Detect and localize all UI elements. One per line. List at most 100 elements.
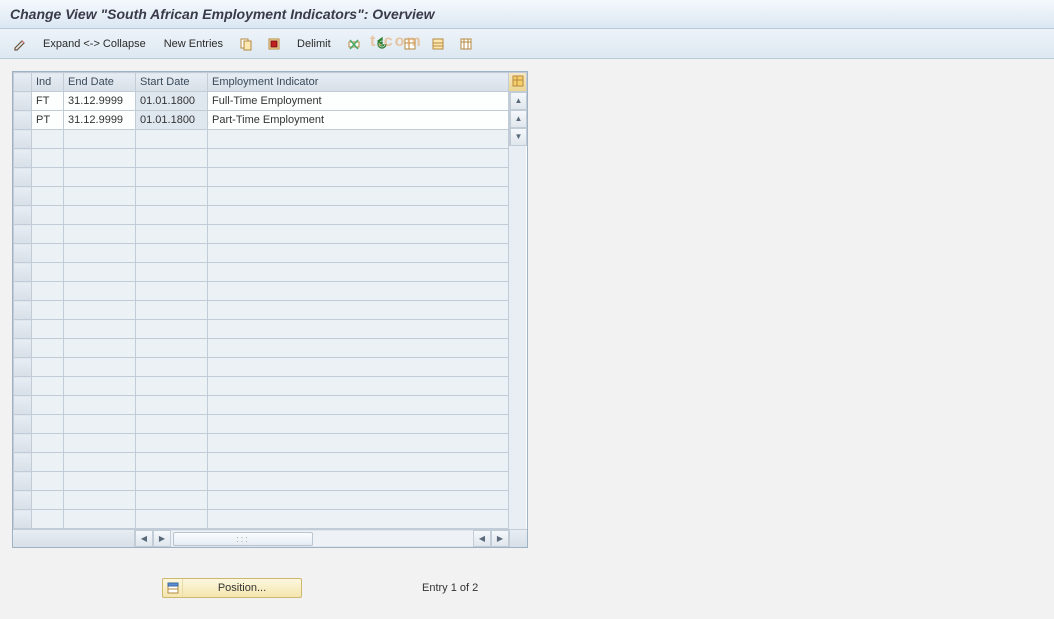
cell-ind[interactable] bbox=[32, 510, 64, 529]
cell-desc[interactable]: Full-Time Employment bbox=[208, 92, 509, 111]
cell-ind[interactable] bbox=[32, 206, 64, 225]
cell-end-date[interactable] bbox=[64, 453, 136, 472]
table-row[interactable] bbox=[14, 358, 509, 377]
cell-end-date[interactable] bbox=[64, 130, 136, 149]
table-row[interactable] bbox=[14, 453, 509, 472]
row-selector[interactable] bbox=[14, 225, 32, 244]
cell-ind[interactable] bbox=[32, 320, 64, 339]
delimit-button[interactable]: Delimit bbox=[290, 34, 338, 54]
cell-end-date[interactable] bbox=[64, 491, 136, 510]
table-row[interactable] bbox=[14, 339, 509, 358]
row-selector[interactable] bbox=[14, 149, 32, 168]
row-selector[interactable] bbox=[14, 320, 32, 339]
cell-desc[interactable] bbox=[208, 149, 509, 168]
cell-ind[interactable] bbox=[32, 130, 64, 149]
cell-ind[interactable] bbox=[32, 358, 64, 377]
row-selector[interactable] bbox=[14, 111, 32, 130]
cell-desc[interactable] bbox=[208, 377, 509, 396]
cell-end-date[interactable]: 31.12.9999 bbox=[64, 111, 136, 130]
hscroll-thumb[interactable]: ::: bbox=[173, 532, 313, 546]
row-selector[interactable] bbox=[14, 472, 32, 491]
table-row[interactable] bbox=[14, 434, 509, 453]
expand-collapse-button[interactable]: Expand <-> Collapse bbox=[36, 34, 153, 54]
table-row[interactable] bbox=[14, 472, 509, 491]
new-entries-button[interactable]: New Entries bbox=[157, 34, 230, 54]
position-button[interactable]: Position... bbox=[162, 578, 302, 598]
table-row[interactable] bbox=[14, 510, 509, 529]
cell-end-date[interactable] bbox=[64, 377, 136, 396]
row-selector[interactable] bbox=[14, 168, 32, 187]
cell-desc[interactable]: Part-Time Employment bbox=[208, 111, 509, 130]
cell-ind[interactable] bbox=[32, 149, 64, 168]
cell-desc[interactable] bbox=[208, 453, 509, 472]
cell-end-date[interactable] bbox=[64, 472, 136, 491]
undo-button[interactable] bbox=[370, 34, 394, 54]
cell-ind[interactable] bbox=[32, 415, 64, 434]
cell-end-date[interactable] bbox=[64, 149, 136, 168]
row-selector[interactable] bbox=[14, 396, 32, 415]
cell-end-date[interactable] bbox=[64, 206, 136, 225]
scroll-left-end-button[interactable]: ◀ bbox=[473, 530, 491, 547]
hscroll-track[interactable]: ::: bbox=[171, 530, 473, 547]
table-settings-button[interactable] bbox=[398, 34, 422, 54]
cell-desc[interactable] bbox=[208, 510, 509, 529]
row-selector[interactable] bbox=[14, 491, 32, 510]
column-header-start-date[interactable]: Start Date bbox=[136, 73, 208, 92]
cell-desc[interactable] bbox=[208, 282, 509, 301]
cell-ind[interactable] bbox=[32, 301, 64, 320]
column-header-desc[interactable]: Employment Indicator bbox=[208, 73, 509, 92]
cell-end-date[interactable] bbox=[64, 282, 136, 301]
table-row[interactable] bbox=[14, 396, 509, 415]
cell-ind[interactable] bbox=[32, 187, 64, 206]
cell-ind[interactable] bbox=[32, 225, 64, 244]
cell-ind[interactable]: FT bbox=[32, 92, 64, 111]
row-selector[interactable] bbox=[14, 244, 32, 263]
cell-desc[interactable] bbox=[208, 434, 509, 453]
cell-desc[interactable] bbox=[208, 472, 509, 491]
cell-end-date[interactable] bbox=[64, 187, 136, 206]
cell-end-date[interactable] bbox=[64, 244, 136, 263]
cell-end-date[interactable] bbox=[64, 263, 136, 282]
cell-end-date[interactable] bbox=[64, 415, 136, 434]
cell-end-date[interactable] bbox=[64, 510, 136, 529]
row-selector[interactable] bbox=[14, 453, 32, 472]
table-row[interactable] bbox=[14, 130, 509, 149]
scroll-down-button[interactable]: ▼ bbox=[510, 128, 527, 146]
cell-desc[interactable] bbox=[208, 301, 509, 320]
cell-end-date[interactable] bbox=[64, 396, 136, 415]
cell-ind[interactable] bbox=[32, 396, 64, 415]
delete-row-button[interactable] bbox=[342, 34, 366, 54]
table-row[interactable] bbox=[14, 415, 509, 434]
cell-desc[interactable] bbox=[208, 263, 509, 282]
row-selector[interactable] bbox=[14, 510, 32, 529]
cell-desc[interactable] bbox=[208, 130, 509, 149]
scroll-right-step-button[interactable]: ▶ bbox=[153, 530, 171, 547]
cell-desc[interactable] bbox=[208, 225, 509, 244]
edit-toggle-button[interactable] bbox=[8, 34, 32, 54]
cell-end-date[interactable] bbox=[64, 320, 136, 339]
cell-end-date[interactable] bbox=[64, 339, 136, 358]
cell-desc[interactable] bbox=[208, 491, 509, 510]
row-selector[interactable] bbox=[14, 187, 32, 206]
table-row[interactable] bbox=[14, 149, 509, 168]
scroll-down-up-button[interactable]: ▲ bbox=[510, 110, 527, 128]
table-row[interactable] bbox=[14, 377, 509, 396]
cell-ind[interactable] bbox=[32, 244, 64, 263]
cell-end-date[interactable] bbox=[64, 358, 136, 377]
cell-desc[interactable] bbox=[208, 244, 509, 263]
row-selector[interactable] bbox=[14, 377, 32, 396]
row-selector[interactable] bbox=[14, 130, 32, 149]
cell-desc[interactable] bbox=[208, 339, 509, 358]
row-selector[interactable] bbox=[14, 339, 32, 358]
table-row[interactable] bbox=[14, 491, 509, 510]
table-export-button[interactable] bbox=[454, 34, 478, 54]
row-selector[interactable] bbox=[14, 282, 32, 301]
table-row[interactable] bbox=[14, 225, 509, 244]
cell-ind[interactable] bbox=[32, 168, 64, 187]
cell-end-date[interactable] bbox=[64, 434, 136, 453]
table-row[interactable]: PT31.12.999901.01.1800Part-Time Employme… bbox=[14, 111, 509, 130]
cell-end-date[interactable] bbox=[64, 225, 136, 244]
column-header-ind[interactable]: Ind bbox=[32, 73, 64, 92]
cell-ind[interactable] bbox=[32, 453, 64, 472]
table-row[interactable] bbox=[14, 320, 509, 339]
